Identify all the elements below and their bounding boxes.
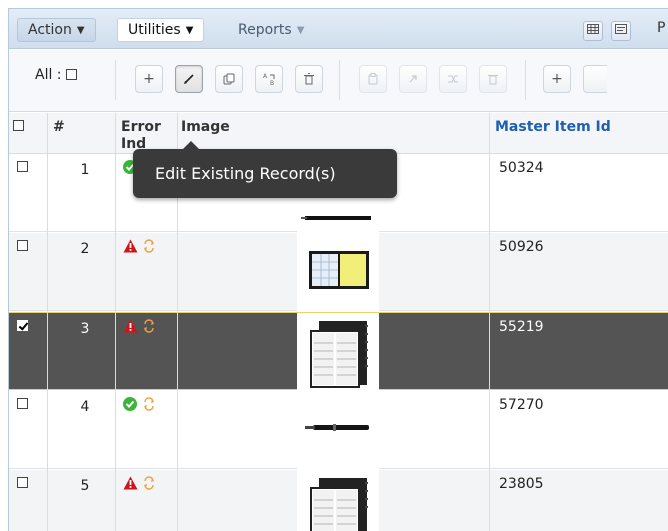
product-image[interactable] [297, 313, 379, 391]
row-checkbox[interactable] [17, 160, 28, 175]
sync-icon [143, 319, 155, 337]
select-all-label: All : [35, 67, 62, 83]
svg-text:A: A [263, 73, 268, 80]
header-select-all-checkbox[interactable] [13, 119, 24, 134]
merge-button[interactable] [439, 65, 467, 93]
utilities-menu[interactable]: Utilities ▼ [117, 18, 205, 42]
row-number: 1 [80, 162, 90, 178]
caret-down-icon: ▼ [296, 25, 305, 36]
edit-button[interactable] [175, 65, 203, 93]
grid-header: # Error Ind Image Master Item Id [9, 113, 668, 154]
caret-down-icon: ▼ [76, 25, 85, 36]
toolbar-overflow-button[interactable] [583, 65, 607, 93]
warning-icon [123, 319, 138, 337]
paste-button[interactable] [359, 65, 387, 93]
row-number: 3 [80, 321, 90, 337]
row-number: 4 [80, 399, 90, 415]
table-row[interactable]: 3 55219 [9, 312, 668, 391]
table-row[interactable]: 5 23805 [9, 470, 668, 531]
row-checkbox[interactable] [17, 397, 28, 412]
row-number: 2 [80, 241, 90, 257]
reports-menu-label: Reports [238, 22, 292, 38]
caret-down-icon: ▼ [185, 25, 194, 36]
column-divider [115, 113, 116, 531]
action-menu-label: Action [28, 22, 72, 38]
utilities-menu-label: Utilities [128, 22, 181, 38]
select-all-checkbox[interactable] [65, 69, 77, 80]
paste-icon [368, 73, 378, 85]
row-checkbox[interactable] [17, 476, 28, 491]
form-view-button[interactable] [611, 21, 631, 41]
table-row[interactable]: 2 50926 [9, 233, 668, 311]
sync-icon [143, 397, 155, 415]
sync-icon [143, 476, 155, 494]
planner-book-icon [310, 321, 368, 388]
row-number: 5 [80, 478, 90, 494]
pencil-icon [184, 74, 194, 84]
warning-icon [123, 239, 138, 257]
arrow-up-right-icon [409, 75, 417, 83]
table-row[interactable]: 4 57270 [9, 391, 668, 469]
plus-icon: + [551, 71, 563, 87]
product-image[interactable] [297, 391, 379, 469]
row-checkbox[interactable] [17, 239, 28, 254]
toolbar-divider [525, 60, 526, 100]
master-item-id-cell: 50926 [499, 239, 544, 255]
ok-check-icon [123, 397, 137, 415]
delete-button[interactable] [295, 65, 323, 93]
sync-icon [143, 239, 155, 257]
master-item-id-cell: 55219 [499, 319, 544, 335]
column-divider [489, 113, 490, 531]
copy-icon [223, 73, 235, 85]
expand-button[interactable] [399, 65, 427, 93]
master-item-id-cell: 23805 [499, 476, 544, 492]
pen-icon [305, 424, 369, 431]
delete-disabled-button[interactable] [479, 65, 507, 93]
plus-icon: + [143, 71, 155, 87]
edit-tooltip: Edit Existing Record(s) [133, 141, 397, 198]
add-secondary-button[interactable]: + [543, 65, 571, 93]
product-image[interactable] [297, 233, 379, 311]
copy-button[interactable] [215, 65, 243, 93]
planner-book-icon [310, 478, 368, 531]
add-button[interactable]: + [135, 65, 163, 93]
grid-view-icon [587, 24, 599, 34]
merge-icon [448, 75, 458, 83]
find-replace-button[interactable]: AB [255, 65, 283, 93]
toolbar: All : + AB + [9, 50, 668, 112]
toolbar-divider [339, 60, 340, 100]
app-frame: Action ▼ Utilities ▼ Reports ▼ P All : + AB [8, 8, 668, 531]
toolbar-divider [115, 60, 116, 100]
warning-icon [123, 476, 138, 494]
column-divider [47, 113, 48, 531]
product-image[interactable] [297, 470, 379, 531]
form-view-icon [615, 24, 627, 34]
trash-icon [488, 75, 498, 85]
svg-text:B: B [270, 80, 274, 86]
overflow-menu-text[interactable]: P [657, 20, 665, 36]
menu-bar: Action ▼ Utilities ▼ Reports ▼ P [9, 9, 668, 49]
calendar-planner-icon [309, 251, 369, 289]
select-all[interactable]: All : [35, 67, 77, 83]
master-item-id-cell: 57270 [499, 397, 544, 413]
reports-menu[interactable]: Reports ▼ [227, 18, 315, 42]
grid-view-button[interactable] [583, 21, 603, 41]
row-checkbox[interactable] [17, 319, 28, 334]
action-menu[interactable]: Action ▼ [17, 18, 96, 42]
trash-icon [304, 73, 314, 85]
master-item-id-cell: 50324 [499, 160, 544, 176]
find-replace-icon: AB [263, 73, 275, 87]
